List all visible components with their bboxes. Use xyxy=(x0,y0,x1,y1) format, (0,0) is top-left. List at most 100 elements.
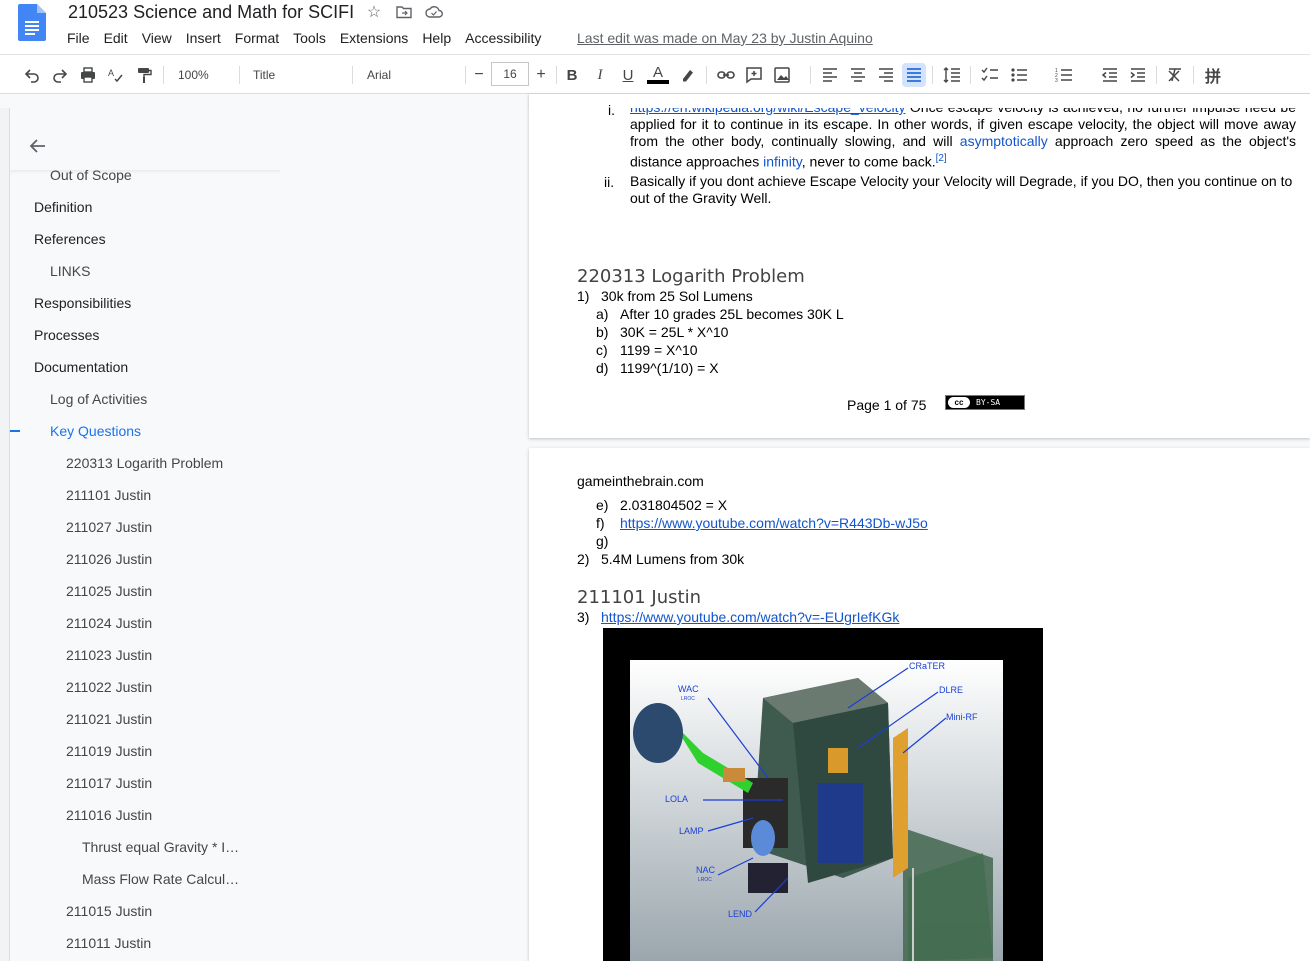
close-outline-arrow-icon[interactable] xyxy=(28,136,48,156)
bulleted-list-icon[interactable] xyxy=(1008,63,1030,87)
vertical-ruler[interactable] xyxy=(0,108,10,961)
font-size-input[interactable]: 16 xyxy=(491,62,529,86)
list-marker: d) xyxy=(596,360,609,376)
cloud-saved-icon[interactable] xyxy=(424,4,444,22)
decrease-font-size-button[interactable]: − xyxy=(470,63,488,87)
menu-insert[interactable]: Insert xyxy=(179,28,228,48)
menu-edit[interactable]: Edit xyxy=(97,28,135,48)
last-edit-link[interactable]: Last edit was made on May 23 by Justin A… xyxy=(577,30,873,46)
asymptotically-link[interactable]: asymptotically xyxy=(960,133,1048,149)
outline-item-211024[interactable]: 211024 Justin xyxy=(66,615,152,631)
zoom-select[interactable]: 100% xyxy=(178,63,209,87)
outline-item-definition[interactable]: Definition xyxy=(34,199,92,215)
input-tools-icon[interactable]: 拼 xyxy=(1202,63,1224,87)
text-color-icon[interactable]: A xyxy=(647,63,669,87)
escape-velocity-paragraph: https://en.wikipedia.org/wiki/Escape_vel… xyxy=(630,108,1296,171)
list-marker: 3) xyxy=(577,609,590,625)
increase-font-size-button[interactable]: + xyxy=(532,63,550,87)
font-select[interactable]: Arial xyxy=(367,63,391,87)
bold-icon[interactable]: B xyxy=(563,63,581,87)
star-icon[interactable]: ☆ xyxy=(364,4,384,22)
paint-format-icon[interactable] xyxy=(134,63,154,87)
list-item: 30k from 25 Sol Lumens xyxy=(601,288,753,304)
menu-accessibility[interactable]: Accessibility xyxy=(458,28,548,48)
list-marker: c) xyxy=(596,342,608,358)
outline-item-211019[interactable]: 211019 Justin xyxy=(66,743,152,759)
youtube-link-2[interactable]: https://www.youtube.com/watch?v=-EUgrIef… xyxy=(601,609,899,626)
outline-item-211025[interactable]: 211025 Justin xyxy=(66,583,152,599)
list-marker: i. xyxy=(608,102,615,118)
move-folder-icon[interactable] xyxy=(394,4,414,22)
print-icon[interactable] xyxy=(78,63,98,87)
outline-item-211011[interactable]: 211011 Justin xyxy=(66,935,151,951)
checklist-icon[interactable] xyxy=(979,63,1001,87)
outline-item-220313[interactable]: 220313 Logarith Problem xyxy=(66,455,223,471)
outline-item-references[interactable]: References xyxy=(34,231,106,247)
cc-icon: cc xyxy=(948,397,970,408)
outline-item-thrust[interactable]: Thrust equal Gravity * I… xyxy=(82,839,239,855)
style-select[interactable]: Title xyxy=(253,63,275,87)
outline-item-out-of-scope[interactable]: Out of Scope xyxy=(50,167,132,183)
outline-item-211017[interactable]: 211017 Justin xyxy=(66,775,152,791)
outline-item-211101[interactable]: 211101 Justin xyxy=(66,487,151,503)
undo-icon[interactable] xyxy=(22,63,42,87)
menu-format[interactable]: Format xyxy=(228,28,286,48)
highlight-color-icon[interactable] xyxy=(678,63,698,87)
menu-help[interactable]: Help xyxy=(415,28,458,48)
list-marker: a) xyxy=(596,306,609,322)
list-marker: ii. xyxy=(604,174,615,190)
outline-item-key-questions[interactable]: Key Questions xyxy=(50,423,141,439)
outline-item-211023[interactable]: 211023 Justin xyxy=(66,647,152,663)
menu-extensions[interactable]: Extensions xyxy=(333,28,415,48)
menu-view[interactable]: View xyxy=(135,28,179,48)
align-right-icon[interactable] xyxy=(876,63,896,87)
line-spacing-icon[interactable] xyxy=(942,63,962,87)
numbered-list-icon[interactable]: 123 xyxy=(1053,63,1075,87)
outline-item-211016[interactable]: 211016 Justin xyxy=(66,807,152,823)
justify-icon[interactable] xyxy=(902,63,926,87)
align-center-icon[interactable] xyxy=(848,63,868,87)
increase-indent-icon[interactable] xyxy=(1127,63,1149,87)
toolbar: A 100% Title Arial − + B I U A 123 拼 xyxy=(0,54,1310,131)
align-left-icon[interactable] xyxy=(820,63,840,87)
outline-item-211022[interactable]: 211022 Justin xyxy=(66,679,152,695)
cc-license-badge: cc BY-SA xyxy=(945,395,1025,410)
list-marker: 1) xyxy=(577,288,590,304)
outline-item-responsibilities[interactable]: Responsibilities xyxy=(34,295,131,311)
figure-label: Mini-RF xyxy=(946,712,978,722)
outline-item-211027[interactable]: 211027 Justin xyxy=(66,519,152,535)
menu-tools[interactable]: Tools xyxy=(286,28,333,48)
insert-image-icon[interactable] xyxy=(772,63,792,87)
add-comment-icon[interactable] xyxy=(744,63,764,87)
redo-icon[interactable] xyxy=(50,63,70,87)
clear-formatting-icon[interactable] xyxy=(1165,63,1185,87)
outline-item-processes[interactable]: Processes xyxy=(34,327,99,343)
spellcheck-icon[interactable]: A xyxy=(106,63,126,87)
outline-item-documentation[interactable]: Documentation xyxy=(34,359,128,375)
outline-item-211021[interactable]: 211021 Justin xyxy=(66,711,152,727)
outline-item-mass-flow[interactable]: Mass Flow Rate Calcul… xyxy=(82,871,239,887)
outline-item-211026[interactable]: 211026 Justin xyxy=(66,551,152,567)
list-marker: 2) xyxy=(577,551,590,567)
italic-icon[interactable]: I xyxy=(591,63,609,87)
footnote-ref[interactable]: [2] xyxy=(936,153,947,164)
list-item: After 10 grades 25L becomes 30K L xyxy=(620,306,844,322)
underline-icon[interactable]: U xyxy=(619,63,637,87)
lro-spacecraft-image[interactable]: CRaTER DLRE Mini-RF WAC LROC LOLA LAMP N… xyxy=(603,628,1043,961)
infinity-link[interactable]: infinity xyxy=(763,154,802,170)
document-title[interactable]: 210523 Science and Math for SCIFI xyxy=(68,2,354,23)
youtube-link-1[interactable]: https://www.youtube.com/watch?v=R443Db-w… xyxy=(620,515,928,532)
menu-file[interactable]: File xyxy=(60,28,97,48)
list-item: 1199 = X^10 xyxy=(620,342,698,358)
paragraph-text: , never to come back. xyxy=(801,153,936,170)
decrease-indent-icon[interactable] xyxy=(1099,63,1121,87)
outline-item-links[interactable]: LINKS xyxy=(50,263,90,279)
list-marker: b) xyxy=(596,324,609,340)
list-marker: f) xyxy=(596,515,605,531)
insert-link-icon[interactable] xyxy=(715,63,737,87)
google-docs-logo-icon[interactable] xyxy=(18,4,46,41)
outline-item-211015[interactable]: 211015 Justin xyxy=(66,903,152,919)
outline-item-log-of-activities[interactable]: Log of Activities xyxy=(50,391,147,407)
list-item: 2.031804502 = X xyxy=(620,497,728,513)
title-bar: 210523 Science and Math for SCIFI ☆ File… xyxy=(0,0,1310,54)
